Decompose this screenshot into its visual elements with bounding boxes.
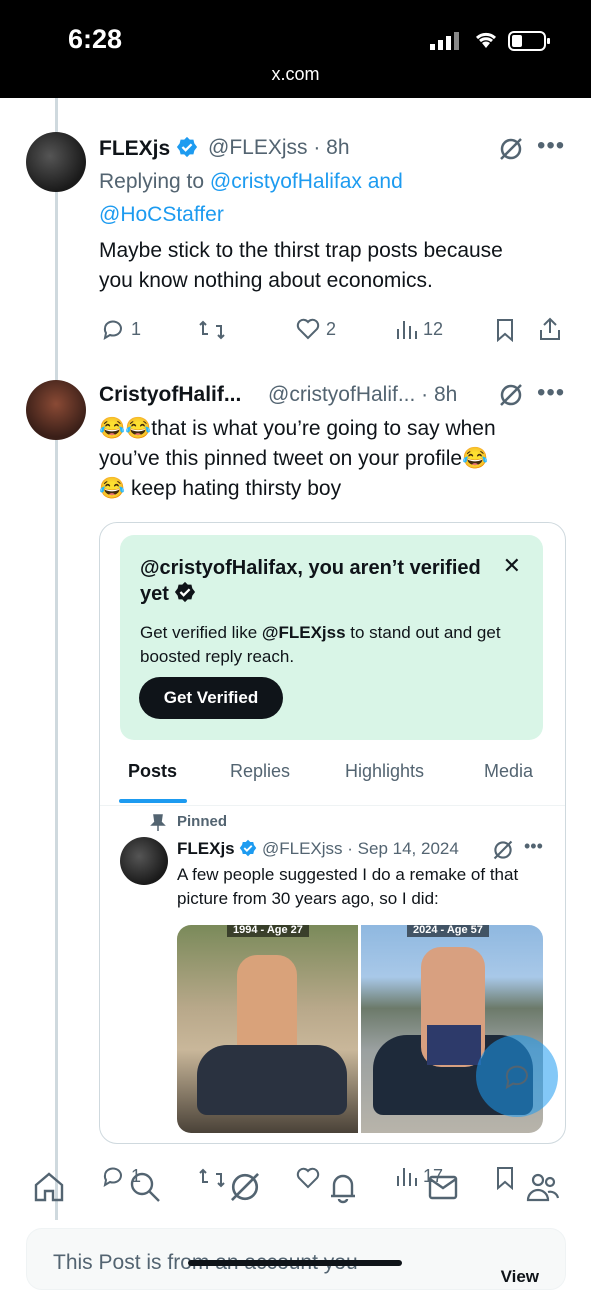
heart-icon xyxy=(296,318,320,340)
mention-link[interactable]: @cristyofHalifax and xyxy=(210,170,403,193)
tab-indicator xyxy=(119,799,187,803)
verified-badge-icon xyxy=(175,581,196,603)
home-icon[interactable] xyxy=(32,1170,66,1204)
share-icon[interactable] xyxy=(538,316,562,342)
search-icon[interactable] xyxy=(128,1170,162,1204)
verified-badge-icon xyxy=(176,136,198,158)
view-button[interactable]: View xyxy=(501,1267,539,1287)
author-name[interactable]: FLEXjs xyxy=(99,136,198,161)
tab-highlights[interactable]: Highlights xyxy=(345,761,424,782)
tab-posts[interactable]: Posts xyxy=(128,761,177,782)
pinned-label: Pinned xyxy=(177,813,228,830)
avatar[interactable] xyxy=(26,132,86,192)
compose-icon xyxy=(505,1065,528,1090)
author-handle: @FLEXjss · 8h xyxy=(208,136,350,159)
author-handle: @FLEXjss · Sep 14, 2024 xyxy=(262,839,459,858)
tab-media[interactable]: Media xyxy=(484,761,533,782)
bookmark-icon[interactable] xyxy=(495,318,515,342)
repost-icon[interactable] xyxy=(198,318,226,342)
verified-badge-icon xyxy=(240,839,257,857)
views-icon xyxy=(397,321,417,339)
like-button[interactable]: 2 xyxy=(296,317,336,341)
status-bar: 6:28 x.com xyxy=(0,0,591,98)
profile-tabs: Posts Replies Highlights Media xyxy=(100,749,565,806)
reply-icon xyxy=(103,320,122,341)
author-name[interactable]: CristyofHalif... xyxy=(99,383,241,407)
bookmark-icon[interactable] xyxy=(495,1166,515,1190)
grok-icon[interactable] xyxy=(498,382,524,408)
status-time: 6:28 xyxy=(68,24,123,54)
home-indicator[interactable] xyxy=(188,1260,402,1266)
compose-fab-button[interactable] xyxy=(476,1035,558,1117)
views-button[interactable]: 12 xyxy=(395,317,443,341)
bottom-navigation: 1 17 xyxy=(0,1146,591,1226)
heart-icon[interactable] xyxy=(296,1166,320,1190)
promo-title: @cristyofHalifax, you aren’t verified ye… xyxy=(140,557,481,605)
wifi-icon xyxy=(475,32,497,48)
address-url[interactable]: x.com xyxy=(0,64,591,85)
account-notice-banner: This Post is from an account you View xyxy=(26,1228,566,1290)
photo-1994[interactable]: 1994 - Age 27 xyxy=(177,925,358,1133)
tweet-text: 😂😂that is what you’re going to say when y… xyxy=(99,417,496,500)
reply-button[interactable]: 1 xyxy=(101,317,141,341)
repost-icon[interactable] xyxy=(198,1166,226,1190)
promo-text: Get verified like @FLEXjss to stand out … xyxy=(140,623,501,666)
more-icon[interactable]: ••• xyxy=(537,379,565,407)
replying-to: Replying to @cristyofHalifax and xyxy=(99,170,403,193)
get-verified-button[interactable]: Get Verified xyxy=(139,677,283,719)
avatar[interactable] xyxy=(120,837,168,885)
more-icon[interactable]: ••• xyxy=(537,132,565,160)
tweet-text: Maybe stick to the thirst trap posts bec… xyxy=(99,239,503,292)
verify-promo: @cristyofHalifax, you aren’t verified ye… xyxy=(120,535,543,740)
thread-line xyxy=(55,98,58,1220)
photo-caption: 2024 - Age 57 xyxy=(407,925,489,937)
reply-icon xyxy=(103,1167,122,1188)
photo-car xyxy=(197,1045,347,1115)
pin-icon xyxy=(150,814,166,831)
communities-icon[interactable] xyxy=(524,1170,560,1204)
author-handle: @cristyofHalif... · 8h xyxy=(268,383,458,406)
battery-icon xyxy=(508,31,550,51)
photo-shorts xyxy=(427,1025,481,1065)
photo-caption: 1994 - Age 27 xyxy=(227,925,309,937)
grok-nav-icon[interactable] xyxy=(228,1170,262,1204)
signal-icon xyxy=(430,32,459,50)
tab-replies[interactable]: Replies xyxy=(230,761,290,782)
author-name[interactable]: FLEXjs xyxy=(177,839,257,859)
notifications-icon[interactable] xyxy=(326,1170,360,1204)
views-icon xyxy=(397,1168,417,1186)
grok-icon[interactable] xyxy=(498,136,524,162)
mention-link[interactable]: @HoCStaffer xyxy=(99,203,224,227)
avatar[interactable] xyxy=(26,380,86,440)
post-text: A few people suggested I do a remake of … xyxy=(177,865,519,908)
more-icon[interactable]: ••• xyxy=(524,836,543,857)
grok-icon[interactable] xyxy=(492,839,514,861)
close-icon[interactable]: ✕ xyxy=(503,553,521,579)
messages-icon[interactable] xyxy=(426,1170,460,1204)
